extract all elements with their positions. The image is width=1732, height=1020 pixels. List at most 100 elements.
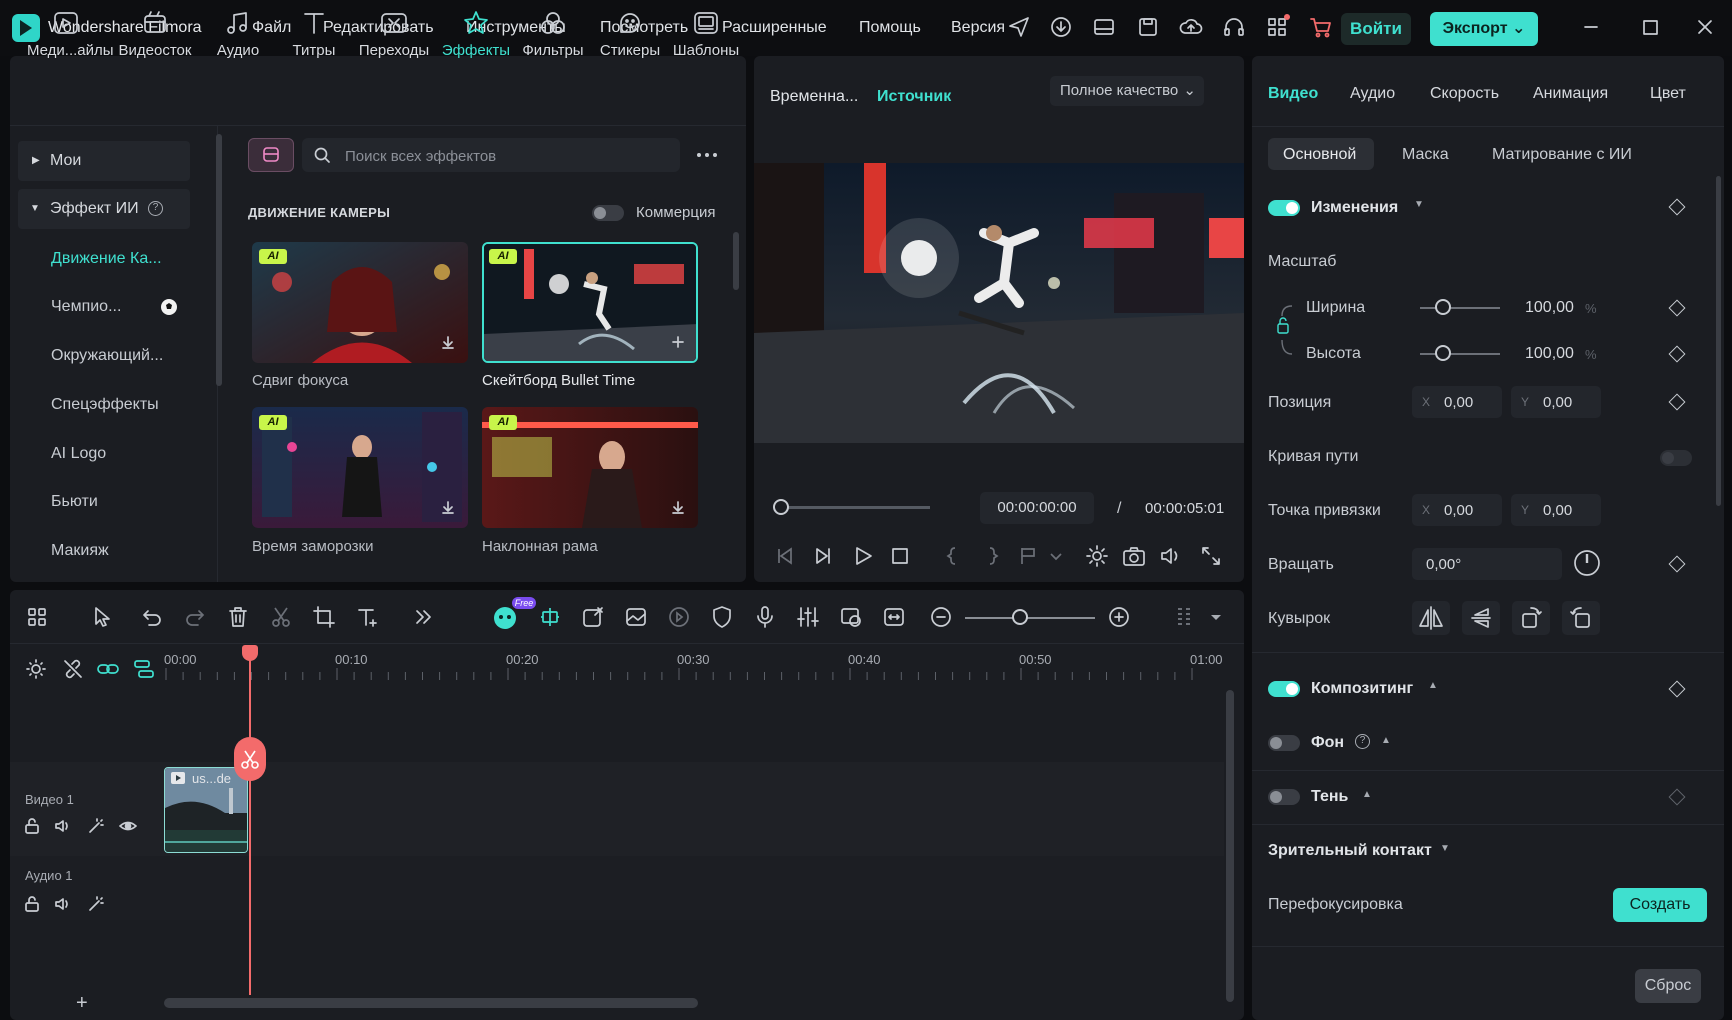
tool-templates[interactable]: Шаблоны xyxy=(667,8,745,59)
subtab-basic[interactable]: Основной xyxy=(1283,146,1356,164)
marker-icon[interactable] xyxy=(1016,543,1042,569)
tool-media[interactable]: Меди...айлы xyxy=(27,8,114,59)
track-volume-icon[interactable] xyxy=(53,894,73,914)
settings-gear-icon[interactable] xyxy=(1084,543,1110,569)
audio-mixer-icon[interactable] xyxy=(795,604,821,630)
download-icon[interactable] xyxy=(671,500,685,514)
snapshot-camera-icon[interactable] xyxy=(1121,543,1147,569)
current-time[interactable]: 00:00:00:00 xyxy=(980,492,1094,524)
fullscreen-icon[interactable] xyxy=(1198,543,1224,569)
layout-icon[interactable] xyxy=(1091,14,1117,40)
position-x-field[interactable]: X 0,00 xyxy=(1412,386,1502,418)
caret-up-icon[interactable]: ▲ xyxy=(1362,789,1372,800)
path-curve-toggle[interactable] xyxy=(1660,450,1692,466)
link-chain-icon[interactable] xyxy=(95,656,121,682)
zoom-out-icon[interactable] xyxy=(928,604,954,630)
position-y-field[interactable]: Y 0,00 xyxy=(1511,386,1601,418)
commerce-toggle[interactable] xyxy=(592,205,624,221)
playhead[interactable] xyxy=(249,650,251,995)
rotation-dial-icon[interactable] xyxy=(1572,548,1602,578)
stop-icon[interactable] xyxy=(887,543,913,569)
subtab-ai-matting[interactable]: Матирование с ИИ xyxy=(1492,146,1632,164)
login-button[interactable]: Войти xyxy=(1341,13,1411,45)
rotate-right-button[interactable] xyxy=(1512,601,1550,635)
select-pointer-icon[interactable] xyxy=(90,604,116,630)
tab-animation[interactable]: Анимация xyxy=(1533,85,1608,103)
timeline-settings-gear-icon[interactable] xyxy=(23,656,49,682)
shadow-toggle[interactable] xyxy=(1268,789,1300,805)
split-scissors-icon[interactable] xyxy=(234,737,266,781)
speed-ramp-icon[interactable] xyxy=(666,604,692,630)
save-icon[interactable] xyxy=(1135,14,1161,40)
audio-track-1[interactable] xyxy=(10,856,1224,920)
play-icon[interactable] xyxy=(850,543,876,569)
subtab-mask[interactable]: Маска xyxy=(1402,146,1449,164)
height-slider-handle[interactable] xyxy=(1435,345,1451,361)
tab-color[interactable]: Цвет xyxy=(1650,85,1686,103)
export-button[interactable]: Экспорт ⌄ xyxy=(1430,12,1538,46)
layout-grid-icon[interactable] xyxy=(24,604,50,630)
cloud-upload-icon[interactable] xyxy=(1178,14,1204,40)
scene-detect-icon[interactable] xyxy=(838,604,864,630)
preview-progress-handle[interactable] xyxy=(773,499,789,515)
timeline-menu-grip-icon[interactable] xyxy=(1172,604,1198,630)
quality-select[interactable]: Полное качество ⌄ xyxy=(1050,76,1204,106)
sidebar-item-beauty[interactable]: Бьюти xyxy=(51,493,211,511)
width-slider-handle[interactable] xyxy=(1435,299,1451,315)
undo-icon[interactable] xyxy=(139,604,165,630)
sidebar-item-ai-effect[interactable]: ▼ Эффект ИИ? xyxy=(18,189,190,229)
tab-video[interactable]: Видео xyxy=(1268,85,1318,103)
menu-help[interactable]: Помощь xyxy=(859,19,921,37)
ruler-ticks[interactable] xyxy=(164,668,1224,680)
sidebar-item-ai-logo[interactable]: AI Logo xyxy=(51,445,211,463)
width-slider-track[interactable] xyxy=(1420,307,1500,309)
add-track-button[interactable]: + xyxy=(76,992,88,1015)
menu-version[interactable]: Версия xyxy=(951,19,1005,37)
fit-width-icon[interactable] xyxy=(881,604,907,630)
track-lock-icon[interactable] xyxy=(22,816,42,836)
caret-up-icon[interactable]: ▲ xyxy=(1381,735,1391,746)
tool-filters[interactable]: Фильтры xyxy=(514,8,592,59)
add-plus-icon[interactable] xyxy=(671,335,685,349)
caret-up-icon[interactable]: ▲ xyxy=(1428,680,1438,691)
text-tool-icon[interactable] xyxy=(354,604,380,630)
sidebar-item-champion[interactable]: Чемпио... xyxy=(51,298,211,316)
preview-progress-track[interactable] xyxy=(780,506,930,509)
caret-down-icon[interactable]: ▼ xyxy=(1414,199,1424,210)
tab-speed[interactable]: Скорость xyxy=(1430,85,1499,103)
ai-frame-icon[interactable] xyxy=(537,604,563,630)
image-edit-icon[interactable] xyxy=(623,604,649,630)
help-circle-icon[interactable]: ? xyxy=(148,201,163,216)
rotate-left-button[interactable] xyxy=(1562,601,1600,635)
create-button[interactable]: Создать xyxy=(1613,888,1707,922)
tab-audio[interactable]: Аудио xyxy=(1350,85,1395,103)
tool-audio[interactable]: Аудио xyxy=(199,8,277,59)
track-magic-wand-icon[interactable] xyxy=(86,816,106,836)
ai-effects-button[interactable] xyxy=(248,138,294,172)
prev-frame-icon[interactable] xyxy=(771,543,797,569)
sidebar-item-camera-motion[interactable]: Движение Ка... xyxy=(51,250,211,268)
flip-vertical-button[interactable] xyxy=(1462,601,1500,635)
anchor-x-field[interactable]: X 0,00 xyxy=(1412,494,1502,526)
compositing-toggle[interactable] xyxy=(1268,681,1300,697)
maximize-icon[interactable] xyxy=(1637,14,1663,40)
track-lock-icon[interactable] xyxy=(22,894,42,914)
anchor-y-field[interactable]: Y 0,00 xyxy=(1511,494,1601,526)
download-icon[interactable] xyxy=(441,335,455,349)
chevron-down-icon[interactable] xyxy=(1208,604,1224,630)
more-tools-chevrons-icon[interactable] xyxy=(410,604,436,630)
sidebar-item-special-effects[interactable]: Спецэффекты xyxy=(51,396,211,414)
help-circle-icon[interactable]: ? xyxy=(1355,734,1370,749)
sticker-add-icon[interactable] xyxy=(580,604,606,630)
next-frame-icon[interactable] xyxy=(811,543,837,569)
more-options-icon[interactable] xyxy=(694,146,720,164)
track-magic-wand-icon[interactable] xyxy=(86,894,106,914)
tool-stock-video[interactable]: Видеосток xyxy=(116,8,194,59)
width-value[interactable]: 100,00 xyxy=(1525,299,1574,317)
minimize-icon[interactable] xyxy=(1578,14,1604,40)
effects-scrollbar[interactable] xyxy=(733,232,739,290)
playhead-handle[interactable] xyxy=(242,645,258,661)
volume-icon[interactable] xyxy=(1158,543,1184,569)
cut-scissors-icon[interactable] xyxy=(268,604,294,630)
track-visibility-eye-icon[interactable] xyxy=(118,816,138,836)
